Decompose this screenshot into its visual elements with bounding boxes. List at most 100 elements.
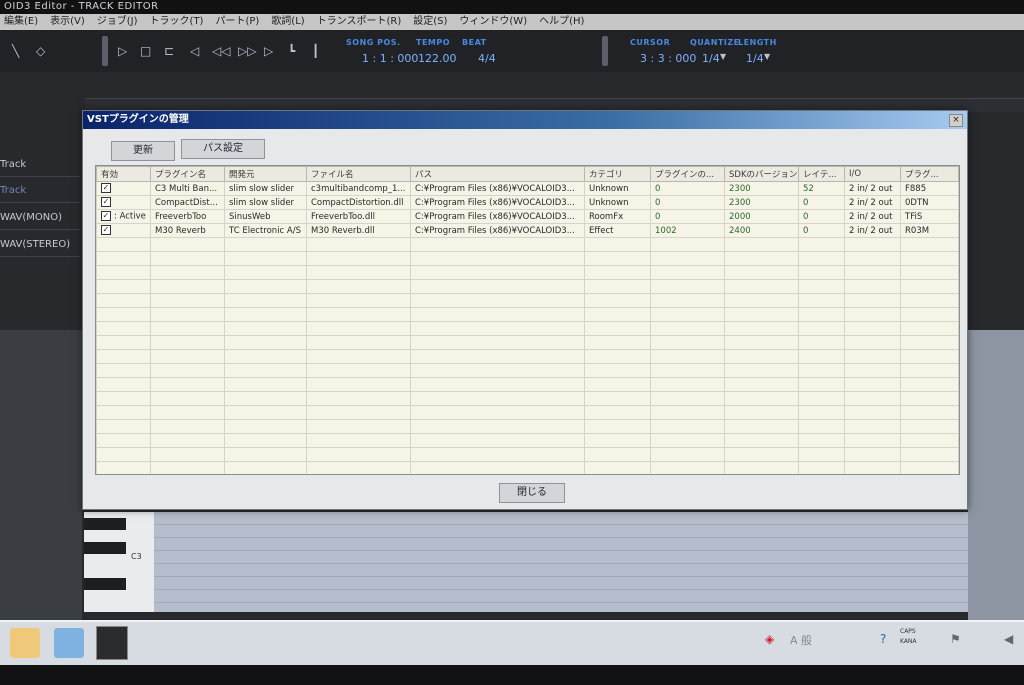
plugin-name-cell: M30 Reverb <box>150 223 225 238</box>
help-icon[interactable]: ? <box>880 632 886 646</box>
beat-value[interactable]: 4/4 <box>478 52 496 65</box>
vendor-cell: slim slow slider <box>224 195 307 210</box>
rewind-fast-icon[interactable]: ◁◁ <box>212 44 230 58</box>
track-name[interactable]: Track <box>0 154 80 177</box>
track-name[interactable]: Track <box>0 180 80 203</box>
vst-plugin-manager-dialog: VSTプラグインの管理 × 更新 パス設定 有効 プラグイン名 開発元 ファイル… <box>82 110 968 510</box>
quantize-select[interactable]: 1/4 <box>702 52 720 65</box>
path-settings-button[interactable]: パス設定 <box>181 139 265 159</box>
column-header-sdk-version[interactable]: SDKのバージョン <box>724 166 799 182</box>
plugin-id-cell: R03M <box>900 223 959 238</box>
menu-job[interactable]: ジョブ(J) <box>97 14 138 30</box>
enabled-cell[interactable]: ✓ <box>96 195 151 210</box>
eraser-tool-icon[interactable]: ◇ <box>36 44 45 58</box>
category-cell: Unknown <box>584 195 651 210</box>
plugin-name-cell: CompactDist... <box>150 195 225 210</box>
enabled-checkbox[interactable]: ✓ <box>101 225 111 236</box>
volume-icon[interactable]: ◀ <box>1004 632 1013 646</box>
pencil-tool-icon[interactable]: ╲ <box>12 44 19 58</box>
enabled-checkbox[interactable]: ✓ <box>101 183 111 194</box>
chevron-down-icon[interactable]: ▼ <box>764 52 770 61</box>
folder-icon[interactable] <box>10 628 40 658</box>
close-icon[interactable]: × <box>949 114 963 127</box>
vocaloid-icon[interactable] <box>96 626 128 660</box>
ime-indicator[interactable]: A 般 <box>790 632 812 648</box>
play-icon[interactable]: ▷ <box>118 44 127 58</box>
menu-lyrics[interactable]: 歌詞(L) <box>271 14 304 30</box>
column-header-path[interactable]: パス <box>410 166 585 182</box>
empty-row <box>96 391 959 406</box>
toolbar-divider <box>602 36 608 66</box>
caps-indicator: CAPS <box>900 628 916 635</box>
file-cell: c3multibandcomp_1... <box>306 181 411 196</box>
chevron-down-icon[interactable]: ▼ <box>720 52 726 61</box>
piano-roll[interactable]: C3 <box>84 512 968 612</box>
metronome-icon[interactable]: ┗ <box>288 44 295 58</box>
table-row[interactable]: ✓ CompactDist... slim slow slider Compac… <box>96 195 959 210</box>
stop-icon[interactable]: □ <box>140 44 151 58</box>
track-name[interactable]: WAV(STEREO) <box>0 234 80 257</box>
column-header-plugin-version[interactable]: プラグインの... <box>650 166 725 182</box>
menu-help[interactable]: ヘルプ(H) <box>539 14 584 30</box>
notification-flag-icon[interactable]: ⚑ <box>950 632 961 646</box>
taskbar: ◈ A 般 ? CAPS KANA ⚑ ◀ <box>0 620 1024 665</box>
empty-row <box>96 251 959 266</box>
column-header-enabled[interactable]: 有効 <box>96 166 151 182</box>
column-header-io[interactable]: I/O <box>844 166 901 182</box>
record-marker-icon[interactable]: ┃ <box>312 44 319 58</box>
flag-icon[interactable]: ◈ <box>765 632 774 646</box>
column-header-name[interactable]: プラグイン名 <box>150 166 225 182</box>
latency-cell: 52 <box>798 181 845 196</box>
enabled-checkbox[interactable]: ✓ <box>101 197 111 208</box>
table-row[interactable]: ✓ M30 Reverb TC Electronic A/S M30 Rever… <box>96 223 959 238</box>
column-header-plugin-id[interactable]: プラグ... <box>900 166 959 182</box>
plugin-version-cell: 0 <box>650 181 725 196</box>
empty-row <box>96 307 959 322</box>
enabled-cell[interactable]: ✓ <box>96 181 151 196</box>
note-grid[interactable] <box>154 512 968 612</box>
table-row[interactable]: ✓ C3 Multi Ban... slim slow slider c3mul… <box>96 181 959 196</box>
file-cell: FreeverbToo.dll <box>306 209 411 224</box>
refresh-button[interactable]: 更新 <box>111 141 175 161</box>
sdk-version-cell: 2000 <box>724 209 799 224</box>
forward-fast-icon[interactable]: ▷▷ <box>238 44 256 58</box>
menu-edit[interactable]: 編集(E) <box>4 14 38 30</box>
column-header-category[interactable]: カテゴリ <box>584 166 651 182</box>
enabled-checkbox[interactable]: ✓ <box>101 211 111 222</box>
loop-icon[interactable]: ⊏ <box>164 44 174 58</box>
black-key[interactable] <box>84 578 126 590</box>
black-key[interactable] <box>84 542 126 554</box>
menu-settings[interactable]: 設定(S) <box>413 14 447 30</box>
sdk-version-cell: 2300 <box>724 181 799 196</box>
menu-window[interactable]: ウィンドウ(W) <box>459 14 527 30</box>
empty-row <box>96 419 959 434</box>
menu-part[interactable]: パート(P) <box>215 14 259 30</box>
length-select[interactable]: 1/4 <box>746 52 764 65</box>
piano-keyboard[interactable]: C3 <box>84 512 154 612</box>
io-cell: 2 in/ 2 out <box>844 209 901 224</box>
enabled-cell[interactable]: ✓: Active <box>96 209 151 224</box>
column-header-latency[interactable]: レイテ... <box>798 166 845 182</box>
monitor-bezel <box>0 665 1024 685</box>
app-icon[interactable] <box>54 628 84 658</box>
beat-label: BEAT <box>462 38 487 47</box>
table-row[interactable]: ✓: Active FreeverbToo SinusWeb FreeverbT… <box>96 209 959 224</box>
forward-icon[interactable]: ▷ <box>264 44 273 58</box>
track-name[interactable]: WAV(MONO) <box>0 207 80 230</box>
tempo-value[interactable]: 122.00 <box>418 52 457 65</box>
menu-track[interactable]: トラック(T) <box>150 14 204 30</box>
black-key[interactable] <box>84 518 126 530</box>
app-title: OID3 Editor - TRACK EDITOR <box>0 0 1024 14</box>
column-header-file[interactable]: ファイル名 <box>306 166 411 182</box>
empty-row <box>96 279 959 294</box>
menu-transport[interactable]: トランスポート(R) <box>317 14 402 30</box>
sdk-version-cell: 2400 <box>724 223 799 238</box>
enabled-cell[interactable]: ✓ <box>96 223 151 238</box>
category-cell: RoomFx <box>584 209 651 224</box>
file-cell: CompactDistortion.dll <box>306 195 411 210</box>
close-button[interactable]: 閉じる <box>499 483 565 503</box>
length-label: LENGTH <box>738 38 777 47</box>
column-header-vendor[interactable]: 開発元 <box>224 166 307 182</box>
rewind-icon[interactable]: ◁ <box>190 44 199 58</box>
menu-view[interactable]: 表示(V) <box>50 14 85 30</box>
